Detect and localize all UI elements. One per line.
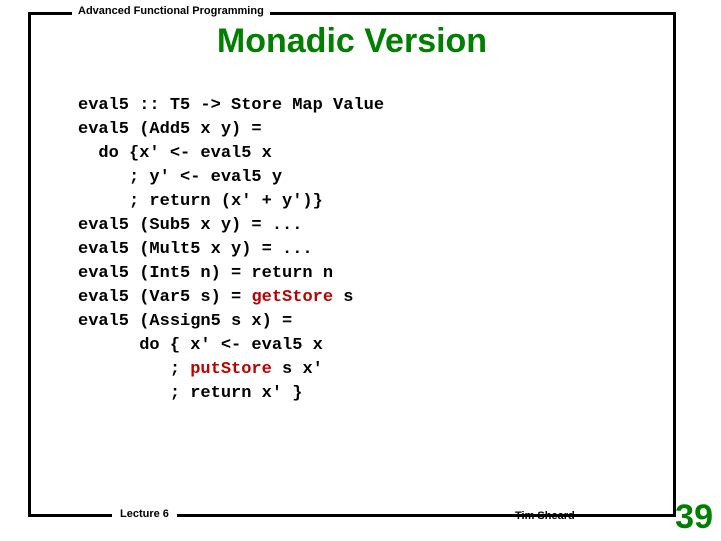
code-line: eval5 (Sub5 x y) = ... <box>78 216 302 235</box>
code-line: ; <box>78 360 190 379</box>
code-line: eval5 (Var5 s) = <box>78 288 251 307</box>
code-line: s x' <box>272 360 323 379</box>
code-line: ; y' <- eval5 y <box>78 168 282 187</box>
code-block: eval5 :: T5 -> Store Map Value eval5 (Ad… <box>78 94 384 406</box>
code-highlight-putstore: putStore <box>190 360 272 379</box>
author-label: Tim Sheard <box>515 510 575 522</box>
code-line: eval5 (Assign5 s x) = <box>78 312 292 331</box>
code-line: eval5 :: T5 -> Store Map Value <box>78 96 384 115</box>
code-line: do {x' <- eval5 x <box>78 144 272 163</box>
code-line: do { x' <- eval5 x <box>78 336 323 355</box>
code-highlight-getstore: getStore <box>251 288 333 307</box>
slide-title: Monadic Version <box>28 22 676 61</box>
code-line: eval5 (Add5 x y) = <box>78 120 262 139</box>
lecture-label: Lecture 6 <box>112 508 177 520</box>
code-line: eval5 (Int5 n) = return n <box>78 264 333 283</box>
page-number: 39 <box>675 498 713 537</box>
code-line: ; return x' } <box>78 384 302 403</box>
code-line: eval5 (Mult5 x y) = ... <box>78 240 313 259</box>
code-line: ; return (x' + y')} <box>78 192 323 211</box>
slide: Advanced Functional Programming Monadic … <box>0 0 721 541</box>
code-line: s <box>333 288 353 307</box>
course-header: Advanced Functional Programming <box>72 5 270 17</box>
